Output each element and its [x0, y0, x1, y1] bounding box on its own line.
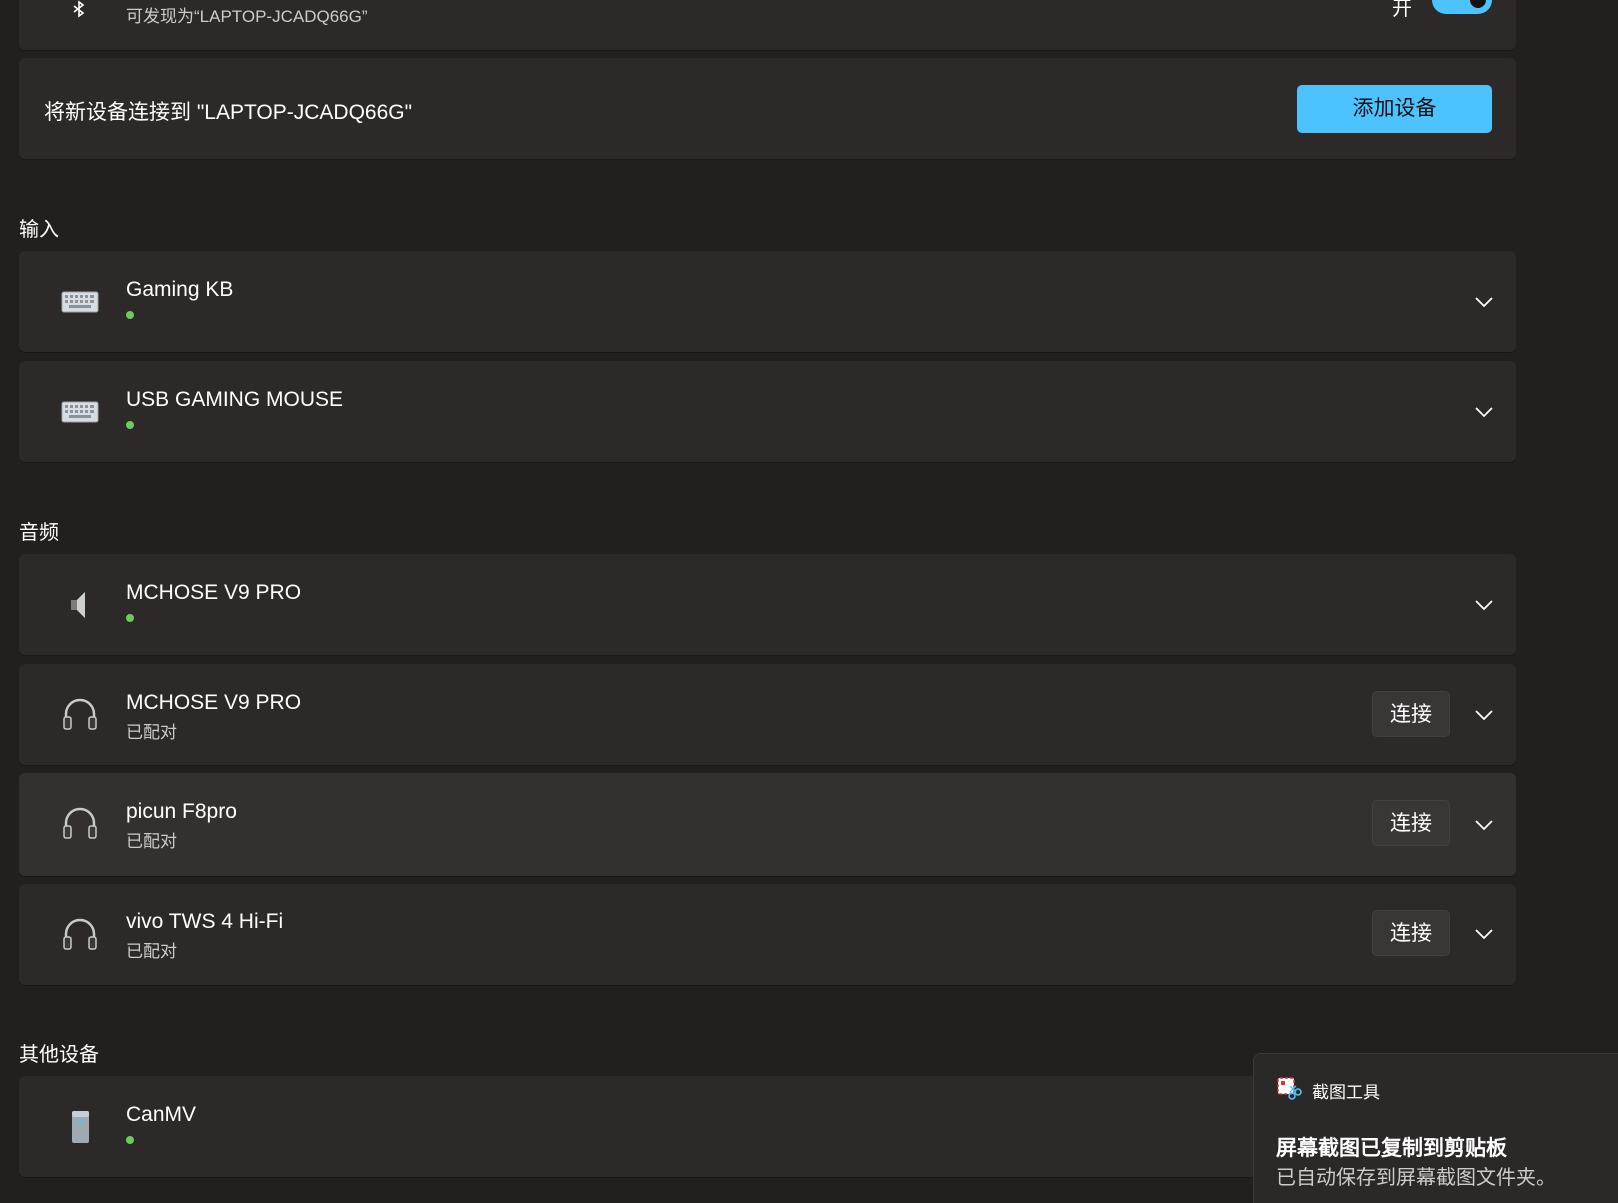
bluetooth-toggle[interactable]: [1432, 0, 1492, 14]
device-name: CanMV: [126, 1103, 197, 1126]
pc-tower-icon: [72, 1111, 89, 1143]
keyboard-icon: [61, 401, 99, 423]
device-name: vivo TWS 4 Hi-Fi: [126, 910, 284, 933]
section-title-other: 其他设备: [19, 1044, 99, 1066]
snipping-tool-icon: [1277, 1077, 1302, 1100]
device-status: 已配对: [126, 832, 177, 851]
chevron-down-icon[interactable]: [1474, 599, 1494, 611]
headphones-icon: [63, 918, 97, 950]
device-status: 已配对: [126, 723, 177, 742]
chevron-down-icon[interactable]: [1474, 928, 1494, 940]
add-device-card: 将新设备连接到 "LAPTOP-JCADQ66G" 添加设备: [19, 58, 1516, 159]
bluetooth-card: 可发现为“LAPTOP-JCADQ66G” 开: [19, 0, 1516, 50]
device-name: Gaming KB: [126, 278, 234, 301]
device-card-picun-f8pro[interactable]: picun F8pro 已配对 连接: [19, 773, 1516, 876]
section-title-input: 输入: [19, 219, 59, 241]
toast-title: 屏幕截图已复制到剪贴板: [1276, 1137, 1507, 1160]
device-card-vivo-tws[interactable]: vivo TWS 4 Hi-Fi 已配对 连接: [19, 884, 1516, 985]
snipping-tool-toast[interactable]: 截图工具 屏幕截图已复制到剪贴板 已自动保存到屏幕截图文件夹。: [1253, 1053, 1618, 1203]
toggle-label: 开: [1392, 0, 1412, 20]
connected-status-dot: [126, 311, 134, 319]
device-name: picun F8pro: [126, 800, 237, 823]
chevron-down-icon[interactable]: [1474, 709, 1494, 721]
chevron-down-icon[interactable]: [1474, 296, 1494, 308]
toast-body: 已自动保存到屏幕截图文件夹。: [1276, 1167, 1556, 1189]
toast-app-name: 截图工具: [1312, 1083, 1380, 1102]
add-device-button[interactable]: 添加设备: [1297, 85, 1492, 133]
device-card-usb-gaming-mouse[interactable]: USB GAMING MOUSE: [19, 361, 1516, 462]
headphones-icon: [63, 698, 97, 730]
device-name: USB GAMING MOUSE: [126, 388, 344, 411]
chevron-down-icon[interactable]: [1474, 819, 1494, 831]
connect-button[interactable]: 连接: [1372, 800, 1450, 846]
bluetooth-icon: [73, 0, 85, 18]
device-name: MCHOSE V9 PRO: [126, 691, 302, 714]
connect-button[interactable]: 连接: [1372, 910, 1450, 956]
discoverable-text: 可发现为“LAPTOP-JCADQ66G”: [126, 7, 368, 26]
speaker-icon: [71, 592, 85, 618]
connected-status-dot: [126, 1136, 134, 1144]
device-card-mchose-headphones[interactable]: MCHOSE V9 PRO 已配对 连接: [19, 664, 1516, 765]
device-card-mchose-speaker[interactable]: MCHOSE V9 PRO: [19, 554, 1516, 655]
bluetooth-devices-page: 可发现为“LAPTOP-JCADQ66G” 开 将新设备连接到 "LAPTOP-…: [0, 0, 1618, 1203]
device-status: 已配对: [126, 942, 177, 961]
add-device-text: 将新设备连接到 "LAPTOP-JCADQ66G": [44, 101, 413, 124]
connected-status-dot: [126, 614, 134, 622]
headphones-icon: [63, 807, 97, 839]
chevron-down-icon[interactable]: [1474, 406, 1494, 418]
keyboard-icon: [61, 291, 99, 313]
connected-status-dot: [126, 421, 134, 429]
device-card-gaming-kb[interactable]: Gaming KB: [19, 251, 1516, 352]
connect-button[interactable]: 连接: [1372, 691, 1450, 737]
toggle-knob: [1470, 0, 1486, 8]
device-name: MCHOSE V9 PRO: [126, 581, 302, 604]
section-title-audio: 音频: [19, 522, 59, 544]
